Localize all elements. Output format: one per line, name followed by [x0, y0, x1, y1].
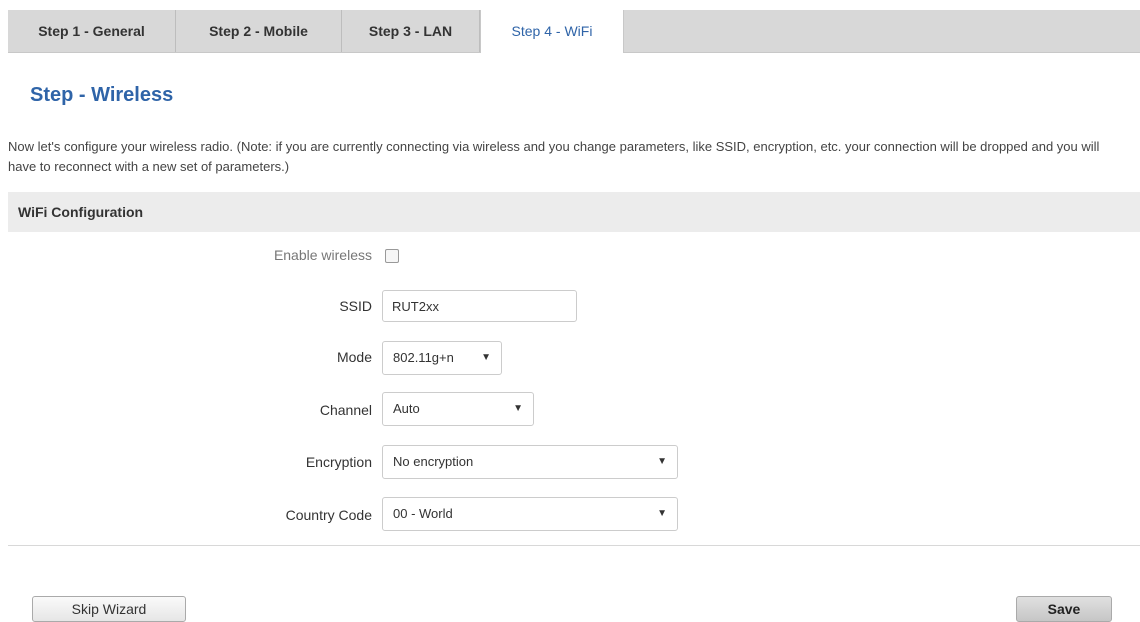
- country-code-select[interactable]: 00 - World ▼: [382, 497, 678, 531]
- mode-label: Mode: [336, 349, 372, 365]
- encryption-value: No encryption: [393, 454, 474, 469]
- chevron-down-icon: ▼: [657, 456, 667, 467]
- tab-wifi[interactable]: Step 4 - WiFi: [480, 10, 624, 53]
- country-code-label: Country Code: [285, 507, 372, 523]
- country-code-value: 00 - World: [393, 506, 453, 521]
- ssid-label: SSID: [339, 298, 372, 314]
- page-description: Now let's configure your wireless radio.…: [8, 139, 1100, 174]
- tab-mobile[interactable]: Step 2 - Mobile: [176, 10, 342, 52]
- chevron-down-icon: ▼: [513, 403, 523, 414]
- tab-general[interactable]: Step 1 - General: [8, 10, 176, 52]
- channel-value: Auto: [393, 401, 420, 416]
- mode-select[interactable]: 802.11g+n ▼: [382, 341, 502, 375]
- ssid-input[interactable]: [382, 290, 577, 322]
- chevron-down-icon: ▼: [481, 352, 491, 363]
- wizard-tabs: Step 1 - General Step 2 - Mobile Step 3 …: [8, 10, 1140, 53]
- skip-wizard-button[interactable]: Skip Wizard: [32, 596, 186, 622]
- mode-value: 802.11g+n: [393, 350, 454, 365]
- encryption-label: Encryption: [305, 454, 372, 470]
- tab-lan[interactable]: Step 3 - LAN: [342, 10, 480, 52]
- enable-wireless-label: Enable wireless: [273, 247, 372, 263]
- chevron-down-icon: ▼: [657, 508, 667, 519]
- section-header: WiFi Configuration: [8, 192, 1140, 232]
- page-title: Step - Wireless: [30, 84, 174, 106]
- save-button[interactable]: Save: [1016, 596, 1112, 622]
- footer-divider: [8, 545, 1140, 546]
- encryption-select[interactable]: No encryption ▼: [382, 445, 678, 479]
- enable-wireless-checkbox[interactable]: [385, 249, 399, 263]
- channel-select[interactable]: Auto ▼: [382, 392, 534, 426]
- channel-label: Channel: [319, 402, 372, 418]
